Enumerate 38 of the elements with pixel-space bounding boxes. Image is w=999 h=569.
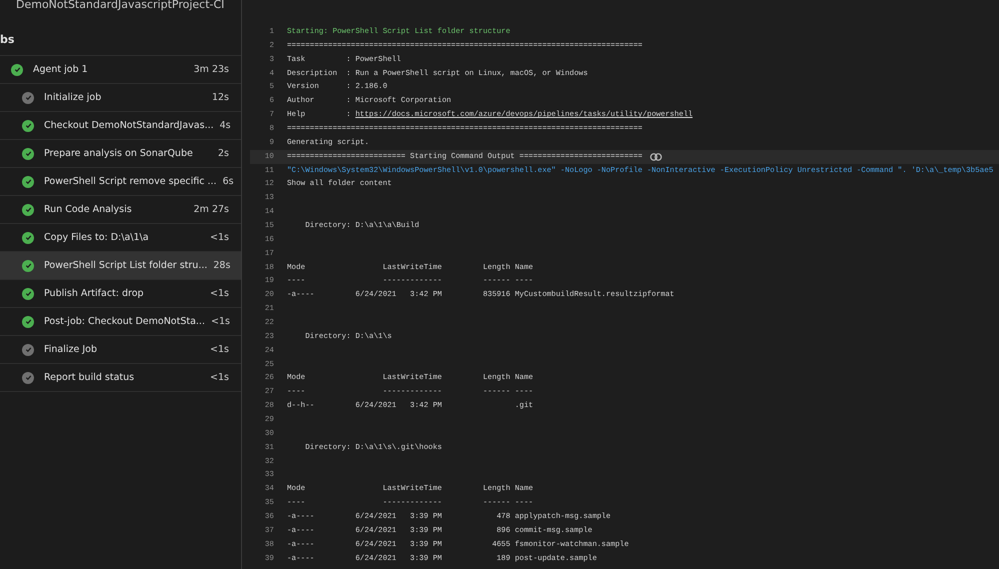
step-name: PowerShell Script remove specific ...	[44, 176, 217, 187]
job-step-item[interactable]: Agent job 1 3m 23s	[0, 56, 241, 84]
step-duration: 28s	[213, 260, 230, 271]
job-step-item[interactable]: Prepare analysis on SonarQube 2s	[0, 140, 241, 168]
step-name: Prepare analysis on SonarQube	[44, 148, 194, 159]
job-step-item[interactable]: Publish Artifact: drop <1s	[0, 280, 241, 308]
step-name: Agent job 1	[33, 64, 89, 75]
step-duration: 6s	[222, 176, 234, 187]
link-icon[interactable]	[650, 152, 662, 161]
step-name: Checkout DemoNotStandardJavas...	[44, 120, 214, 131]
step-duration: 2m 27s	[194, 204, 229, 215]
step-name: Report build status	[44, 372, 136, 383]
job-step-item[interactable]: Finalize Job <1s	[0, 336, 241, 364]
step-name: Copy Files to: D:\a\1\a	[44, 232, 150, 243]
job-step-item[interactable]: Initialize job 12s	[0, 84, 241, 112]
jobs-heading: bs	[0, 33, 241, 56]
step-name: PowerShell Script List folder stru...	[44, 260, 208, 271]
step-duration: 2s	[218, 148, 229, 159]
step-duration: <1s	[210, 232, 229, 243]
job-step-item[interactable]: Run Code Analysis 2m 27s	[0, 196, 241, 224]
step-name: Initialize job	[44, 92, 102, 103]
step-duration: 12s	[212, 92, 229, 103]
step-duration: 3m 23s	[194, 64, 229, 75]
step-duration: 4s	[220, 120, 231, 131]
job-step-item[interactable]: Checkout DemoNotStandardJavas... 4s	[0, 112, 241, 140]
step-name: Finalize Job	[44, 344, 98, 355]
step-name: Run Code Analysis	[44, 204, 133, 215]
step-name: Publish Artifact: drop	[44, 288, 145, 299]
step-duration: <1s	[210, 344, 229, 355]
job-step-item[interactable]: PowerShell Script remove specific ... 6s	[0, 168, 241, 196]
job-step-item[interactable]: Report build status <1s	[0, 364, 241, 392]
step-name: Post-job: Checkout DemoNotSta...	[44, 316, 205, 327]
step-duration: <1s	[210, 288, 229, 299]
step-duration: <1s	[210, 372, 229, 383]
pipeline-title: DemoNotStandardJavascriptProject-CI	[15, 0, 226, 12]
job-step-item[interactable]: PowerShell Script List folder stru... 28s	[0, 252, 241, 280]
job-step-item[interactable]: Post-job: Checkout DemoNotSta... <1s	[0, 308, 241, 336]
step-duration: <1s	[210, 316, 230, 327]
